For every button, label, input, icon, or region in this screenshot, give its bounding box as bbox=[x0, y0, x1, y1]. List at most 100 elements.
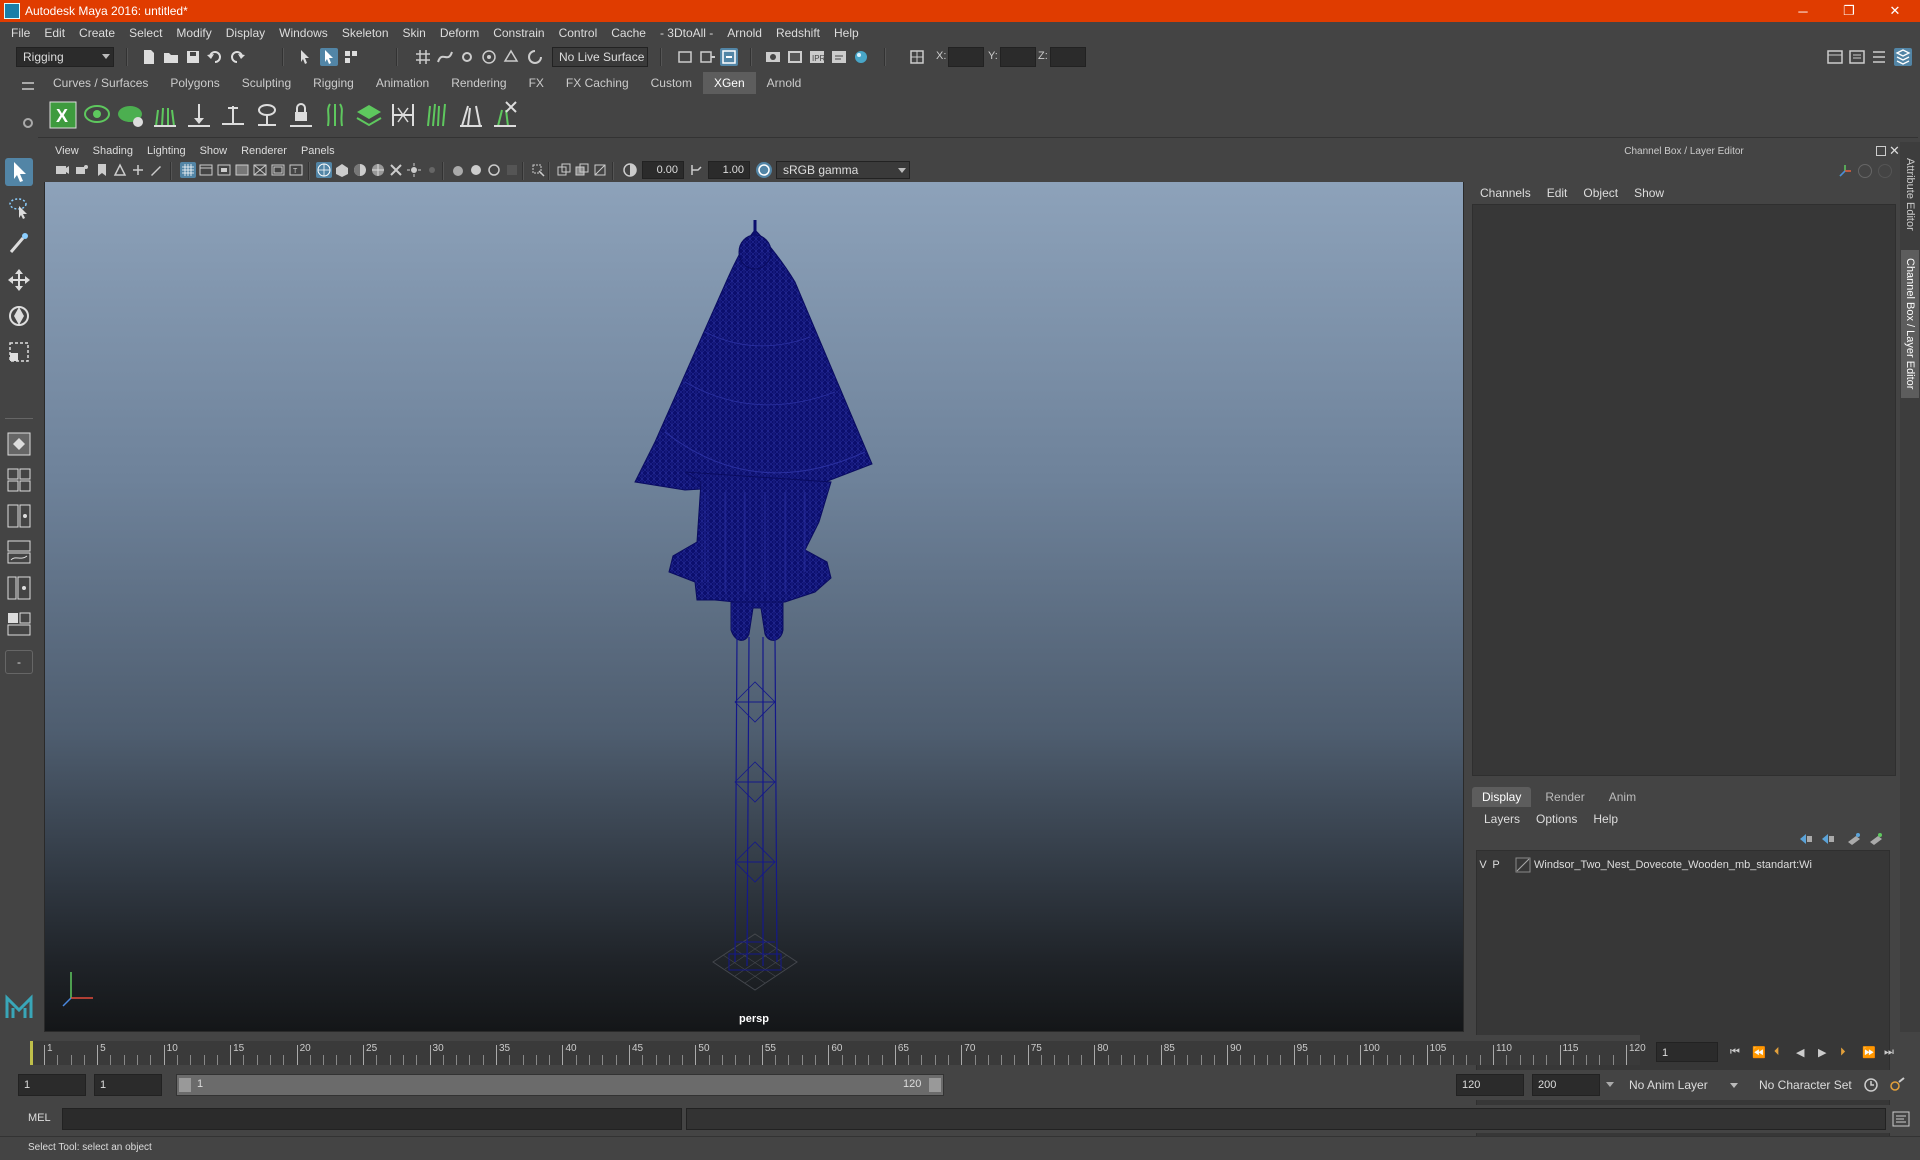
depth-of-field-icon[interactable] bbox=[504, 162, 520, 178]
xray-joints-icon[interactable] bbox=[556, 162, 572, 178]
menu-edit[interactable]: Edit bbox=[37, 22, 72, 44]
menu-cache[interactable]: Cache bbox=[604, 22, 653, 44]
viewport-menu-show[interactable]: Show bbox=[193, 142, 235, 160]
z-coord-input[interactable] bbox=[1050, 47, 1086, 67]
snap-point-icon[interactable] bbox=[458, 48, 476, 66]
color-management-icon[interactable] bbox=[756, 162, 772, 178]
transform-constraint-icon[interactable] bbox=[908, 48, 926, 66]
scale-tool-icon[interactable] bbox=[5, 338, 33, 366]
render-globals-icon[interactable] bbox=[830, 48, 848, 66]
xgen-preview-icon[interactable] bbox=[82, 100, 112, 130]
render-settings-icon[interactable] bbox=[764, 48, 782, 66]
xgen-splines-icon[interactable] bbox=[456, 100, 486, 130]
shelf-settings-icon[interactable] bbox=[23, 118, 33, 128]
layout-four-pane-icon[interactable] bbox=[5, 466, 33, 494]
tab-fx[interactable]: FX bbox=[518, 72, 555, 94]
paint-select-tool-icon[interactable] bbox=[5, 230, 33, 258]
2d-pan-zoom-icon[interactable] bbox=[130, 162, 146, 178]
step-forward-frame-icon[interactable]: ⏩ bbox=[1862, 1046, 1876, 1059]
select-component-icon[interactable] bbox=[342, 48, 360, 66]
viewport-menu-shading[interactable]: Shading bbox=[86, 142, 140, 160]
script-editor-icon[interactable] bbox=[1892, 1111, 1910, 1127]
xgen-add-guide-icon[interactable] bbox=[150, 100, 180, 130]
shadows-icon[interactable] bbox=[424, 162, 440, 178]
select-tool-icon[interactable] bbox=[5, 158, 33, 186]
viewport-menu-renderer[interactable]: Renderer bbox=[234, 142, 294, 160]
channel-box-menu-channels[interactable]: Channels bbox=[1472, 186, 1539, 200]
close-panel-icon[interactable]: ✕ bbox=[1889, 143, 1900, 159]
menu-arnold[interactable]: Arnold bbox=[720, 22, 769, 44]
xgen-sculpt-guide-icon[interactable] bbox=[218, 100, 248, 130]
wireframe-shading-icon[interactable] bbox=[316, 162, 332, 178]
isolate-select-icon[interactable] bbox=[530, 162, 546, 178]
xgen-guides-to-curves-icon[interactable] bbox=[320, 100, 350, 130]
menu-skin[interactable]: Skin bbox=[396, 22, 433, 44]
gate-mask-icon[interactable] bbox=[234, 162, 250, 178]
tab-xgen[interactable]: XGen bbox=[702, 72, 756, 94]
maximize-button[interactable]: ❐ bbox=[1826, 0, 1872, 22]
tab-attribute-editor[interactable]: Attribute Editor bbox=[1901, 148, 1919, 240]
menu-help[interactable]: Help bbox=[827, 22, 866, 44]
xgen-delete-guide-icon[interactable] bbox=[490, 100, 520, 130]
menu-constrain[interactable]: Constrain bbox=[486, 22, 551, 44]
menu-redshift[interactable]: Redshift bbox=[769, 22, 827, 44]
minimize-button[interactable]: ─ bbox=[1780, 0, 1826, 22]
close-button[interactable]: ✕ bbox=[1872, 0, 1918, 22]
speed-icon[interactable] bbox=[1878, 164, 1892, 178]
gamma-input[interactable]: 1.00 bbox=[708, 161, 750, 179]
ipr-render-icon[interactable]: IPR bbox=[808, 48, 826, 66]
step-back-key-icon[interactable]: ⏴ bbox=[1774, 1046, 1786, 1058]
viewport-3d[interactable]: persp bbox=[45, 182, 1463, 1031]
menu-modify[interactable]: Modify bbox=[169, 22, 218, 44]
modeling-toolkit-icon[interactable] bbox=[1826, 48, 1844, 66]
lasso-tool-icon[interactable] bbox=[5, 194, 33, 222]
tab-render[interactable]: Render bbox=[1535, 787, 1594, 807]
range-slider-end-handle[interactable] bbox=[929, 1078, 941, 1092]
range-slider-start-handle[interactable] bbox=[179, 1078, 191, 1092]
channel-box-menu-edit[interactable]: Edit bbox=[1539, 186, 1576, 200]
menu-select[interactable]: Select bbox=[122, 22, 169, 44]
xgen-lock-guide-icon[interactable] bbox=[286, 100, 316, 130]
xgen-interactive-groom-icon[interactable] bbox=[422, 100, 452, 130]
color-space-dropdown[interactable]: sRGB gamma bbox=[776, 161, 910, 179]
menuset-dropdown[interactable]: Rigging bbox=[16, 47, 114, 67]
tab-anim[interactable]: Anim bbox=[1599, 787, 1646, 807]
anim-layer-dropdown[interactable]: No Anim Layer bbox=[1622, 1074, 1742, 1096]
xray-active-components-icon[interactable] bbox=[574, 162, 590, 178]
render-frame-icon[interactable] bbox=[786, 48, 804, 66]
playback-start-input[interactable]: 1 bbox=[94, 1074, 162, 1096]
layer-visibility-toggle[interactable]: V bbox=[1477, 859, 1489, 871]
dovecote-wireframe-model[interactable] bbox=[45, 182, 1463, 1031]
create-layer-from-selected-icon[interactable] bbox=[1868, 832, 1884, 846]
y-coord-input[interactable] bbox=[1000, 47, 1036, 67]
tab-channel-box-layer-editor[interactable]: Channel Box / Layer Editor bbox=[1901, 250, 1919, 398]
image-plane-icon[interactable] bbox=[112, 162, 128, 178]
animation-end-input[interactable]: 200 bbox=[1532, 1074, 1600, 1096]
layout-persp-graph-icon[interactable] bbox=[5, 538, 33, 566]
resolution-gate-icon[interactable] bbox=[216, 162, 232, 178]
manipulator-icon[interactable] bbox=[1858, 164, 1872, 178]
step-back-frame-icon[interactable]: ⏪ bbox=[1752, 1046, 1766, 1059]
tool-settings-icon[interactable] bbox=[1870, 48, 1888, 66]
safe-action-icon[interactable] bbox=[270, 162, 286, 178]
layer-color-swatch-icon[interactable] bbox=[1515, 857, 1531, 873]
tab-polygons[interactable]: Polygons bbox=[159, 72, 230, 94]
attribute-editor-toggle-icon[interactable] bbox=[1848, 48, 1866, 66]
tab-animation[interactable]: Animation bbox=[365, 72, 440, 94]
motion-blur-icon[interactable] bbox=[468, 162, 484, 178]
layer-menu-help[interactable]: Help bbox=[1585, 812, 1626, 826]
menu-skeleton[interactable]: Skeleton bbox=[335, 22, 396, 44]
create-empty-layer-icon[interactable] bbox=[1846, 832, 1862, 846]
wireframe-on-shaded-icon[interactable] bbox=[370, 162, 386, 178]
animation-preferences-icon[interactable] bbox=[1888, 1076, 1906, 1094]
command-language-toggle[interactable]: MEL bbox=[28, 1112, 51, 1124]
menu-display[interactable]: Display bbox=[219, 22, 272, 44]
gamma-icon[interactable] bbox=[688, 162, 704, 178]
channel-box-menu-object[interactable]: Object bbox=[1575, 186, 1626, 200]
menu-3dtoall[interactable]: - 3DtoAll - bbox=[653, 22, 720, 44]
backface-culling-icon[interactable] bbox=[592, 162, 608, 178]
viewport-menu-panels[interactable]: Panels bbox=[294, 142, 342, 160]
xgen-layers-icon[interactable] bbox=[354, 100, 384, 130]
viewport-menu-view[interactable]: View bbox=[48, 142, 86, 160]
go-to-end-icon[interactable]: ⏭ bbox=[1884, 1046, 1896, 1058]
